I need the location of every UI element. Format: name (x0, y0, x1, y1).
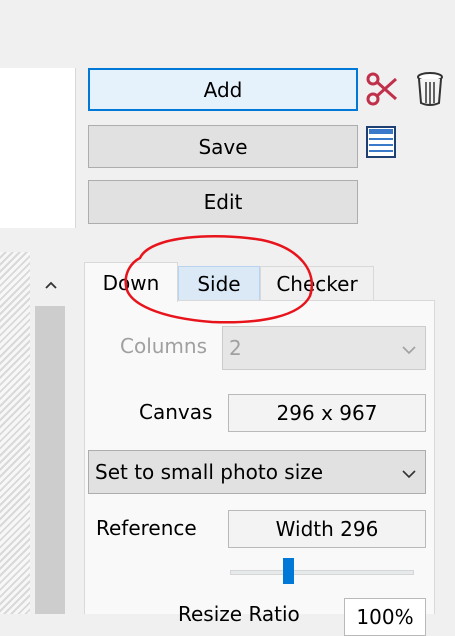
save-button[interactable]: Save (88, 125, 358, 168)
partial-value-field[interactable]: 100% (344, 598, 426, 636)
slider-track[interactable] (230, 570, 414, 575)
content-pane (0, 68, 75, 228)
scissors-icon[interactable] (366, 72, 400, 106)
columns-label: Columns (120, 334, 208, 358)
list-icon[interactable] (366, 126, 396, 158)
slider-thumb[interactable] (283, 558, 294, 584)
tab-checker[interactable]: Checker (260, 266, 374, 300)
chevron-up-icon (45, 281, 57, 289)
reference-field: Width 296 (228, 510, 426, 548)
columns-value: 2 (229, 336, 242, 360)
pane-divider (75, 68, 76, 228)
canvas-label: Canvas (139, 400, 213, 424)
partial-label: Resize Ratio (178, 602, 300, 626)
tab-side[interactable]: Side (178, 266, 260, 300)
columns-select[interactable]: 2 (222, 326, 426, 370)
edit-button[interactable]: Edit (88, 180, 358, 224)
chevron-down-icon (401, 336, 417, 360)
chevron-down-icon (401, 460, 417, 484)
reference-label: Reference (96, 516, 197, 540)
photo-size-select[interactable]: Set to small photo size (88, 450, 426, 494)
canvas-size-field: 296 x 967 (228, 394, 426, 432)
scroll-up-button[interactable] (30, 270, 72, 300)
hatched-strip (0, 252, 30, 614)
add-button[interactable]: Add (88, 68, 358, 111)
scroll-thumb[interactable] (35, 306, 65, 614)
trash-icon[interactable] (414, 70, 446, 108)
tab-down[interactable]: Down (84, 262, 178, 302)
photo-size-value: Set to small photo size (95, 460, 324, 484)
